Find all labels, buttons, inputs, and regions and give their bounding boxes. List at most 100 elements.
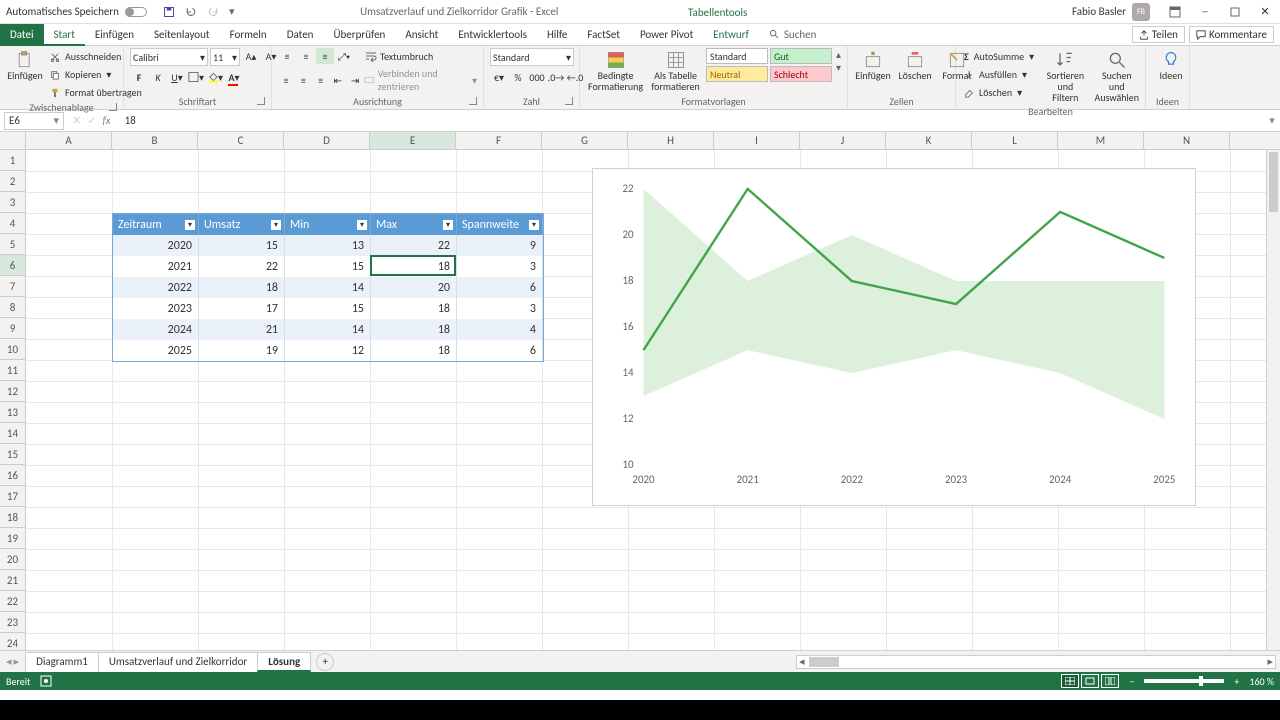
style-neutral[interactable]: Neutral (706, 66, 768, 82)
col-header[interactable]: D (284, 132, 370, 149)
filter-dropdown-icon[interactable]: ▾ (529, 220, 539, 230)
style-standard[interactable]: Standard (706, 48, 768, 64)
col-header[interactable]: N (1144, 132, 1230, 149)
grow-font-icon[interactable]: A▴ (242, 48, 260, 64)
table-cell[interactable]: 6 (457, 277, 543, 298)
table-row[interactable]: 20221814206 (113, 277, 543, 298)
table-row[interactable]: 20242114184 (113, 319, 543, 340)
tab-start[interactable]: Start (44, 24, 85, 46)
row-header[interactable]: 18 (0, 507, 25, 528)
redo-icon[interactable] (207, 6, 219, 18)
tab-file[interactable]: Datei (0, 24, 44, 46)
table-cell[interactable]: 12 (285, 340, 371, 361)
zoom-slider[interactable] (1144, 679, 1224, 683)
sheet-nav-next-icon[interactable]: ▸ (14, 655, 20, 668)
col-header[interactable]: A (26, 132, 112, 149)
dialog-launcher-icon[interactable] (565, 97, 573, 105)
row-header[interactable]: 9 (0, 318, 25, 339)
table-header[interactable]: Umsatz▾ (199, 214, 285, 235)
font-name-combo[interactable]: Calibri▾ (130, 48, 208, 66)
row-header[interactable]: 17 (0, 486, 25, 507)
clear-button[interactable]: Löschen ▾ (962, 84, 1036, 101)
table-cell[interactable]: 22 (371, 235, 457, 256)
col-header[interactable]: G (542, 132, 628, 149)
currency-icon[interactable]: €▾ (490, 69, 508, 85)
table-cell[interactable]: 21 (199, 319, 285, 340)
table-cell[interactable]: 18 (371, 340, 457, 361)
account-button[interactable]: Fabio Basler FB (1062, 3, 1160, 21)
col-header[interactable]: I (714, 132, 800, 149)
table-header[interactable]: Spannweite▾ (457, 214, 543, 235)
align-right-icon[interactable]: ≡ (312, 72, 328, 88)
table-cell[interactable]: 4 (457, 319, 543, 340)
format-as-table-button[interactable]: Als Tabelle formatieren (649, 48, 702, 94)
row-header[interactable]: 4 (0, 213, 25, 234)
data-table[interactable]: Zeitraum▾Umsatz▾Min▾Max▾Spannweite▾20201… (112, 213, 544, 362)
indent-dec-icon[interactable]: ⇤ (330, 72, 346, 88)
minimize-icon[interactable]: ─ (1190, 0, 1220, 24)
table-cell[interactable]: 3 (457, 256, 543, 277)
table-cell[interactable]: 15 (285, 298, 371, 319)
sheet-nav-prev-icon[interactable]: ◂ (6, 655, 12, 668)
align-top-icon[interactable]: ≡ (278, 48, 296, 64)
style-schlecht[interactable]: Schlecht (770, 66, 832, 82)
chart-object[interactable]: 10121416182022202020212022202320242025 (592, 168, 1196, 506)
col-header[interactable]: K (886, 132, 972, 149)
col-header[interactable]: C (198, 132, 284, 149)
orientation-icon[interactable]: ⤢▾ (335, 48, 353, 64)
percent-icon[interactable]: % (509, 69, 527, 85)
row-header[interactable]: 10 (0, 339, 25, 360)
row-header[interactable]: 12 (0, 381, 25, 402)
save-icon[interactable] (163, 6, 175, 18)
col-header[interactable]: B (112, 132, 198, 149)
vertical-scrollbar[interactable] (1266, 150, 1280, 650)
table-row[interactable]: 20201513229 (113, 235, 543, 256)
align-middle-icon[interactable]: ≡ (297, 48, 315, 64)
col-header[interactable]: E (370, 132, 456, 149)
table-cell[interactable]: 17 (199, 298, 285, 319)
dialog-launcher-icon[interactable] (469, 97, 477, 105)
tab-entwicklertools[interactable]: Entwicklertools (448, 24, 537, 46)
table-cell[interactable]: 14 (285, 277, 371, 298)
new-sheet-button[interactable]: + (316, 653, 334, 671)
qat-customize-icon[interactable]: ▾ (229, 5, 235, 18)
table-cell[interactable]: 6 (457, 340, 543, 361)
fill-color-icon[interactable]: ▾ (206, 69, 224, 85)
filter-dropdown-icon[interactable]: ▾ (443, 220, 453, 230)
table-cell[interactable]: 14 (285, 319, 371, 340)
font-color-icon[interactable]: A▾ (225, 69, 243, 85)
table-cell[interactable]: 3 (457, 298, 543, 319)
inc-decimal-icon[interactable]: .0→ (547, 69, 565, 85)
horizontal-scrollbar[interactable]: ◂▸ (796, 655, 1276, 669)
dialog-launcher-icon[interactable] (257, 97, 265, 105)
tab-entwurf[interactable]: Entwurf (703, 24, 759, 46)
view-layout-icon[interactable] (1081, 674, 1099, 688)
paste-button[interactable]: Einfügen (6, 48, 44, 83)
cancel-icon[interactable]: ✕ (72, 114, 81, 127)
number-format-combo[interactable]: Standard▾ (490, 48, 574, 66)
italic-icon[interactable]: K (149, 69, 167, 85)
filter-dropdown-icon[interactable]: ▾ (185, 220, 195, 230)
tab-überprüfen[interactable]: Überprüfen (323, 24, 395, 46)
table-header[interactable]: Max▾ (371, 214, 457, 235)
row-header[interactable]: 24 (0, 633, 25, 650)
align-center-icon[interactable]: ≡ (295, 72, 311, 88)
row-header[interactable]: 6 (0, 255, 25, 276)
table-cell[interactable]: 18 (371, 298, 457, 319)
align-left-icon[interactable]: ≡ (278, 72, 294, 88)
worksheet-grid[interactable]: ABCDEFGHIJKLMN 1234567891011121314151617… (0, 132, 1280, 650)
tab-ansicht[interactable]: Ansicht (395, 24, 448, 46)
close-icon[interactable]: ✕ (1250, 0, 1280, 24)
tab-einfügen[interactable]: Einfügen (85, 24, 144, 46)
table-header[interactable]: Zeitraum▾ (113, 214, 199, 235)
tab-factset[interactable]: FactSet (577, 24, 630, 46)
autosum-button[interactable]: Σ AutoSumme ▾ (962, 48, 1036, 65)
table-header[interactable]: Min▾ (285, 214, 371, 235)
col-header[interactable]: M (1058, 132, 1144, 149)
underline-icon[interactable]: U▾ (168, 69, 186, 85)
table-cell[interactable]: 18 (371, 256, 457, 277)
share-button[interactable]: Teilen (1132, 26, 1185, 43)
view-normal-icon[interactable] (1061, 674, 1079, 688)
table-cell[interactable]: 13 (285, 235, 371, 256)
table-cell[interactable]: 15 (285, 256, 371, 277)
